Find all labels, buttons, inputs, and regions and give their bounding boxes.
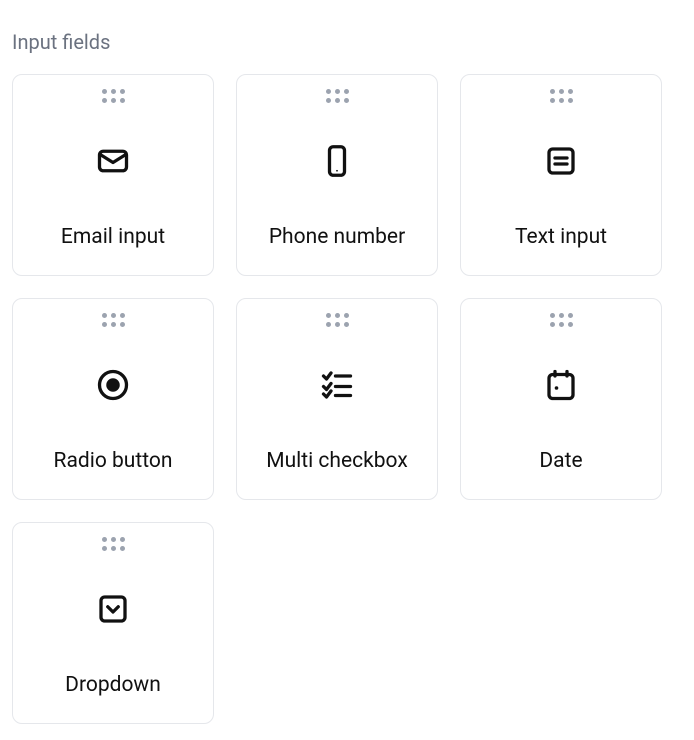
- text-icon: [543, 141, 579, 181]
- calendar-icon: [543, 365, 579, 405]
- card-label: Email input: [61, 225, 165, 249]
- card-text-input[interactable]: Text input: [460, 74, 662, 276]
- card-label: Date: [539, 449, 582, 473]
- drag-handle-icon[interactable]: [326, 313, 349, 327]
- card-date[interactable]: Date: [460, 298, 662, 500]
- mail-icon: [95, 141, 131, 181]
- smartphone-icon: [319, 141, 355, 181]
- drag-handle-icon[interactable]: [326, 89, 349, 103]
- card-label: Phone number: [269, 225, 405, 249]
- multi-check-icon: [319, 365, 355, 405]
- card-dropdown[interactable]: Dropdown: [12, 522, 214, 724]
- radio-icon: [95, 365, 131, 405]
- section-title: Input fields: [12, 30, 682, 54]
- drag-handle-icon[interactable]: [550, 313, 573, 327]
- card-radio-button[interactable]: Radio button: [12, 298, 214, 500]
- drag-handle-icon[interactable]: [102, 537, 125, 551]
- drag-handle-icon[interactable]: [102, 89, 125, 103]
- card-label: Dropdown: [65, 673, 161, 697]
- card-phone-number[interactable]: Phone number: [236, 74, 438, 276]
- card-label: Multi checkbox: [266, 449, 408, 473]
- dropdown-icon: [95, 589, 131, 629]
- card-label: Text input: [515, 225, 607, 249]
- card-label: Radio button: [54, 449, 173, 473]
- drag-handle-icon[interactable]: [102, 313, 125, 327]
- input-fields-grid: Email input Phone number Text input: [12, 74, 682, 724]
- card-multi-checkbox[interactable]: Multi checkbox: [236, 298, 438, 500]
- drag-handle-icon[interactable]: [550, 89, 573, 103]
- card-email-input[interactable]: Email input: [12, 74, 214, 276]
